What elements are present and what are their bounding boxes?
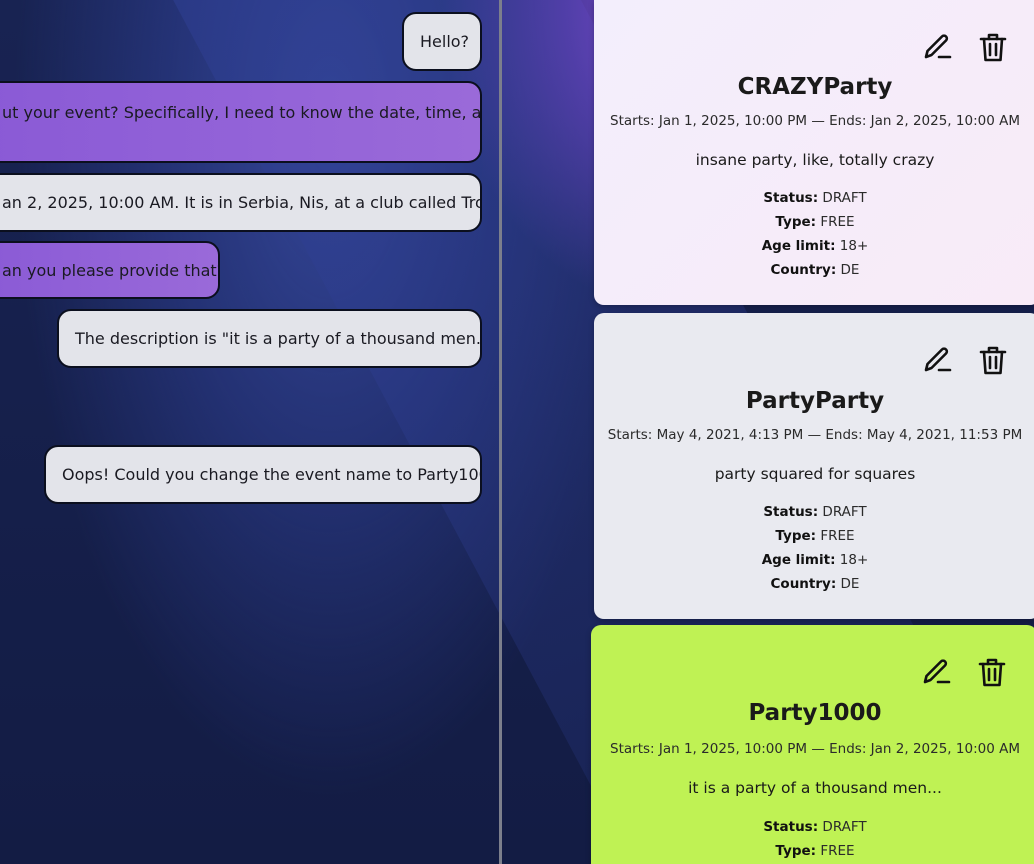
chat-message-user: Oops! Could you change the event name to… bbox=[44, 445, 482, 504]
trash-icon bbox=[978, 658, 1006, 687]
country-label: Country: bbox=[770, 576, 837, 592]
event-card: PartyParty Starts: May 4, 2021, 4:13 PM … bbox=[594, 313, 1034, 619]
event-title: Party1000 bbox=[748, 700, 882, 726]
chat-message-bot: an you please provide that? bbox=[0, 241, 220, 299]
event-description: it is a party of a thousand men... bbox=[688, 779, 942, 797]
country-value: DE bbox=[840, 576, 860, 592]
status-label: Status: bbox=[763, 504, 819, 520]
message-text: Hello? bbox=[420, 32, 470, 51]
type-label: Type: bbox=[775, 214, 817, 230]
event-dates: Starts: Jan 1, 2025, 10:00 PM — Ends: Ja… bbox=[610, 113, 1020, 129]
chat-message-user: an 2, 2025, 10:00 AM. It is in Serbia, N… bbox=[0, 173, 482, 232]
trash-icon bbox=[979, 346, 1007, 375]
status-value: DRAFT bbox=[822, 190, 867, 206]
edit-button[interactable] bbox=[919, 655, 953, 689]
age-limit-label: Age limit: bbox=[761, 552, 836, 568]
event-meta: Status: DRAFT Type: FREE bbox=[591, 815, 1034, 863]
type-value: FREE bbox=[820, 214, 855, 230]
message-text: Oops! Could you change the event name to… bbox=[62, 465, 482, 484]
event-description: insane party, like, totally crazy bbox=[695, 151, 935, 169]
trash-icon bbox=[979, 33, 1007, 62]
pencil-icon bbox=[924, 347, 952, 372]
chat-message-user: The description is "it is a party of a t… bbox=[57, 309, 482, 368]
chat-message-bot: ut your event? Specifically, I need to k… bbox=[0, 81, 482, 163]
edit-button[interactable] bbox=[920, 30, 954, 64]
panel-divider[interactable] bbox=[499, 0, 502, 864]
event-title: CRAZYParty bbox=[737, 74, 893, 100]
delete-button[interactable] bbox=[976, 30, 1010, 64]
age-limit-value: 18+ bbox=[839, 552, 869, 568]
status-label: Status: bbox=[763, 819, 819, 835]
event-description: party squared for squares bbox=[714, 465, 916, 483]
status-value: DRAFT bbox=[822, 819, 867, 835]
type-value: FREE bbox=[820, 528, 855, 544]
message-text: an 2, 2025, 10:00 AM. It is in Serbia, N… bbox=[2, 193, 482, 212]
country-label: Country: bbox=[770, 262, 837, 278]
event-dates: Starts: Jan 1, 2025, 10:00 PM — Ends: Ja… bbox=[610, 741, 1020, 757]
type-value: FREE bbox=[820, 843, 855, 859]
country-value: DE bbox=[840, 262, 860, 278]
event-title: PartyParty bbox=[745, 388, 885, 414]
delete-button[interactable] bbox=[975, 655, 1009, 689]
message-text: ut your event? Specifically, I need to k… bbox=[2, 103, 482, 122]
status-value: DRAFT bbox=[822, 504, 867, 520]
type-label: Type: bbox=[775, 528, 817, 544]
edit-button[interactable] bbox=[920, 343, 954, 377]
pencil-icon bbox=[924, 34, 952, 59]
pencil-icon bbox=[923, 659, 951, 684]
age-limit-value: 18+ bbox=[839, 238, 869, 254]
message-text: The description is "it is a party of a t… bbox=[75, 329, 482, 348]
status-label: Status: bbox=[763, 190, 819, 206]
chat-message-user: Hello? bbox=[402, 12, 482, 71]
event-meta: Status: DRAFT Type: FREE Age limit: 18+ … bbox=[594, 186, 1034, 282]
event-dates: Starts: May 4, 2021, 4:13 PM — Ends: May… bbox=[607, 427, 1023, 443]
event-card-highlighted: Party1000 Starts: Jan 1, 2025, 10:00 PM … bbox=[591, 625, 1034, 864]
delete-button[interactable] bbox=[976, 343, 1010, 377]
age-limit-label: Age limit: bbox=[761, 238, 836, 254]
message-text: an you please provide that? bbox=[2, 260, 220, 280]
type-label: Type: bbox=[775, 843, 817, 859]
event-card: CRAZYParty Starts: Jan 1, 2025, 10:00 PM… bbox=[594, 0, 1034, 305]
event-meta: Status: DRAFT Type: FREE Age limit: 18+ … bbox=[594, 500, 1034, 596]
